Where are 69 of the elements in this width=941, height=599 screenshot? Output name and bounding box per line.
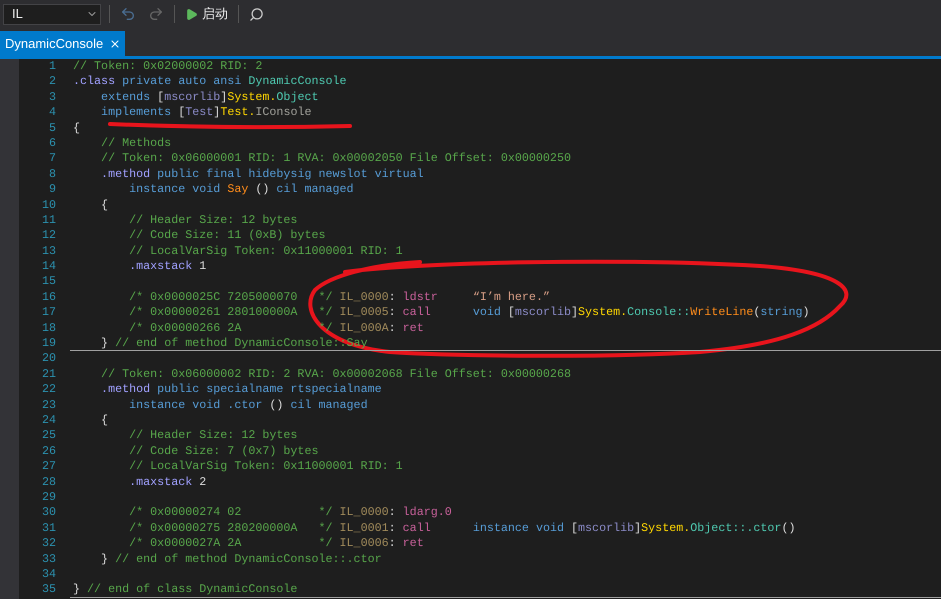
line-number: 18 [40, 320, 56, 336]
code-line: instance void .ctor () cil managed [128, 398, 368, 412]
start-button[interactable]: 启动 [183, 4, 230, 24]
code-line: { [100, 198, 108, 212]
line-number: 17 [40, 305, 56, 321]
line-number: 28 [40, 474, 56, 490]
line-number: 19 [40, 336, 56, 352]
code-line: /* 0x0000025C 7205000070 */ IL_0000: ldstr “I’m here.” [128, 290, 550, 304]
line-number: 13 [40, 244, 56, 260]
line-number: 32 [40, 536, 56, 552]
line-number: 26 [40, 444, 56, 460]
line-number: 27 [40, 459, 56, 475]
line-number: 11 [40, 212, 56, 228]
line-number: 30 [40, 505, 56, 521]
code-line: /* 0x00000274 02 */ IL_0000: ldarg.0 [128, 505, 452, 520]
line-number: 21 [40, 366, 56, 382]
code-line: // Code Size: 11 (0xB) bytes [128, 228, 326, 242]
line-number: 20 [40, 351, 56, 367]
code-line: // LocalVarSig Token: 0x11000001 RID: 1 [128, 459, 403, 474]
line-number: 23 [40, 398, 56, 413]
code-line: extends [mscorlib]System.Object [100, 90, 319, 104]
line-number: 3 [48, 90, 56, 106]
code-line: // Code Size: 7 (0x7) bytes [128, 444, 318, 458]
line-number: 8 [48, 166, 56, 182]
line-number: 12 [40, 228, 56, 244]
code-line: .class private auto ansi DynamicConsole [73, 74, 347, 88]
code-line: /* 0x0000027A 2A */ IL_0006: ret [128, 536, 424, 550]
close-icon[interactable] [109, 38, 122, 50]
code-line: // Token: 0x02000002 RID: 2 [73, 59, 262, 73]
code-line: .maxstack 2 [128, 474, 206, 489]
code-line: } // end of method DynamicConsole::.ctor [100, 552, 382, 566]
line-number: 25 [40, 428, 56, 444]
line-number: 33 [40, 552, 56, 567]
line-number: 6 [48, 136, 56, 152]
play-icon [185, 8, 198, 20]
line-number: 16 [40, 290, 56, 306]
code-line: .method public final hidebysig newslot virtual [100, 166, 424, 181]
line-number: 34 [40, 566, 56, 582]
code-line: implements [Test]Test.IConsole [100, 105, 312, 120]
line-number: 29 [40, 490, 56, 506]
line-number: 2 [48, 74, 56, 90]
line-number: 1 [48, 59, 56, 74]
line-number: 31 [40, 520, 56, 536]
line-number: 24 [40, 412, 56, 428]
code-line: // Token: 0x06000001 RID: 1 RVA: 0x00002050 File Offset: 0x00000250 [100, 151, 571, 166]
line-number: 5 [48, 120, 56, 136]
line-number: 22 [40, 382, 56, 398]
code-line: instance void Say () cil managed [128, 182, 354, 196]
code-line: { [100, 412, 108, 427]
line-number: 10 [40, 198, 56, 213]
line-number: 15 [40, 274, 56, 290]
code-line: // Methods [100, 136, 172, 150]
editor-tab[interactable]: DynamicConsole [0, 31, 126, 56]
line-number: 35 [40, 582, 56, 598]
line-number: 9 [48, 182, 56, 198]
code-line: { [73, 120, 80, 135]
line-number: 14 [40, 259, 56, 274]
code-line: /* 0x00000275 280200000A */ IL_0001: call instance void [mscorlib]System.Object::.ctor() [128, 520, 796, 535]
code-line: .maxstack 1 [128, 259, 206, 274]
code-line: // Token: 0x06000002 RID: 2 RVA: 0x00002068 File Offset: 0x00000268 [100, 366, 571, 381]
code-line: .method public specialname rtspecialname [100, 382, 382, 396]
view-combo[interactable]: IL [3, 4, 101, 24]
code-line: // LocalVarSig Token: 0x11000001 RID: 1 [128, 244, 403, 258]
code-line: // Header Size: 12 bytes [128, 428, 298, 442]
code-line: /* 0x00000261 280100000A */ IL_0005: call void [mscorlib]System.Console::WriteLine(string) [128, 305, 810, 320]
line-number: 4 [48, 105, 56, 121]
code-line: } // end of class DynamicConsole [73, 582, 298, 596]
line-number: 7 [48, 151, 56, 167]
code-line: // Header Size: 12 bytes [128, 212, 298, 227]
